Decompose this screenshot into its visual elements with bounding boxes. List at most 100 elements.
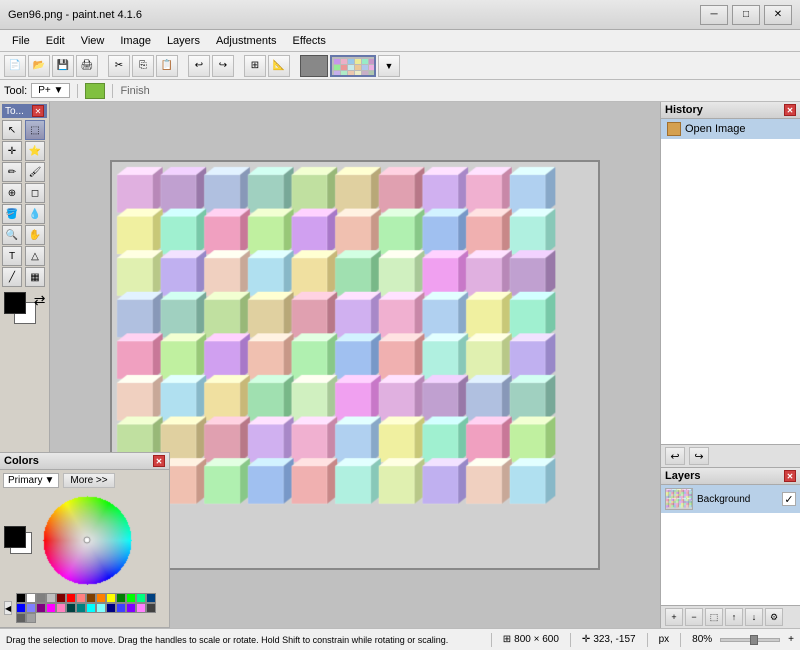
palette-color-6[interactable] xyxy=(76,593,86,603)
copy-button[interactable]: ⎘ xyxy=(132,55,154,77)
redo-button[interactable]: ↪ xyxy=(212,55,234,77)
palette-color-26[interactable] xyxy=(136,603,146,613)
menu-layers[interactable]: Layers xyxy=(159,33,208,49)
image-preview-2[interactable] xyxy=(330,55,376,77)
palette-color-5[interactable] xyxy=(66,593,76,603)
history-item[interactable]: Open Image xyxy=(661,119,800,139)
palette-color-11[interactable] xyxy=(126,593,136,603)
text-tool[interactable]: T xyxy=(2,246,22,266)
layers-content: Background ✓ xyxy=(661,485,800,605)
palette-prev-button[interactable]: ◀ xyxy=(4,601,12,615)
layers-close-button[interactable]: ✕ xyxy=(784,470,796,482)
palette-color-13[interactable] xyxy=(146,593,156,603)
menu-image[interactable]: Image xyxy=(112,33,159,49)
drawing-canvas[interactable] xyxy=(112,162,598,568)
paste-button[interactable]: 📋 xyxy=(156,55,178,77)
lasso-tool[interactable]: ⬚ xyxy=(25,120,45,140)
palette-color-27[interactable] xyxy=(146,603,156,613)
gradient-tool[interactable]: ▦ xyxy=(25,267,45,287)
grid-button[interactable]: ⊞ xyxy=(244,55,266,77)
palette-color-1[interactable] xyxy=(26,593,36,603)
more-btn-label: More >> xyxy=(70,475,107,486)
duplicate-layer-button[interactable]: ⬚ xyxy=(705,608,723,626)
history-close-button[interactable]: ✕ xyxy=(784,104,796,116)
layer-visibility-checkbox[interactable]: ✓ xyxy=(782,492,796,506)
colors-close-button[interactable]: ✕ xyxy=(153,455,165,467)
move-tool[interactable]: ✛ xyxy=(2,141,22,161)
palette-color-15[interactable] xyxy=(26,603,36,613)
clone-tool[interactable]: ⊕ xyxy=(2,183,22,203)
menu-edit[interactable]: Edit xyxy=(38,33,73,49)
palette-color-2[interactable] xyxy=(36,593,46,603)
undo-button[interactable]: ↩ xyxy=(188,55,210,77)
menu-effects[interactable]: Effects xyxy=(285,33,334,49)
more-colors-button[interactable]: More >> xyxy=(63,473,114,488)
foreground-color-swatch[interactable] xyxy=(4,526,26,548)
color-mode-dropdown[interactable]: Primary ▼ xyxy=(3,473,59,488)
foreground-swatch[interactable] xyxy=(4,292,26,314)
ruler-button[interactable]: 📐 xyxy=(268,55,290,77)
palette-color-29[interactable] xyxy=(26,613,36,623)
palette-color-0[interactable] xyxy=(16,593,26,603)
zoom-thumb[interactable] xyxy=(750,635,758,645)
palette-color-21[interactable] xyxy=(86,603,96,613)
palette-color-10[interactable] xyxy=(116,593,126,603)
palette-color-16[interactable] xyxy=(36,603,46,613)
menu-adjustments[interactable]: Adjustments xyxy=(208,33,285,49)
pencil-tool[interactable]: ✏ xyxy=(2,162,22,182)
eraser-tool[interactable]: ◻ xyxy=(25,183,45,203)
print-button[interactable]: 🖨 xyxy=(76,55,98,77)
menu-view[interactable]: View xyxy=(73,33,113,49)
cut-button[interactable]: ✂ xyxy=(108,55,130,77)
palette-color-12[interactable] xyxy=(136,593,146,603)
pan-tool[interactable]: ✋ xyxy=(25,225,45,245)
select-tool[interactable]: ↖ xyxy=(2,120,22,140)
image-preview-1[interactable] xyxy=(300,55,328,77)
zoom-slider[interactable] xyxy=(720,638,780,642)
swap-colors-button[interactable]: ⇄ xyxy=(34,292,46,309)
undo-history-button[interactable]: ↩ xyxy=(665,447,685,465)
palette-color-19[interactable] xyxy=(66,603,76,613)
palette-color-4[interactable] xyxy=(56,593,66,603)
close-button[interactable]: ✕ xyxy=(764,5,792,25)
palette-color-24[interactable] xyxy=(116,603,126,613)
fill-tool[interactable]: 🪣 xyxy=(2,204,22,224)
palette-color-20[interactable] xyxy=(76,603,86,613)
move-layer-down-button[interactable]: ↓ xyxy=(745,608,763,626)
layer-properties-button[interactable]: ⚙ xyxy=(765,608,783,626)
palette-color-8[interactable] xyxy=(96,593,106,603)
shape-tool[interactable]: △ xyxy=(25,246,45,266)
move-layer-up-button[interactable]: ↑ xyxy=(725,608,743,626)
palette-color-3[interactable] xyxy=(46,593,56,603)
toolbox-close[interactable]: ✕ xyxy=(32,105,44,117)
brush-tool[interactable]: 🖌 xyxy=(25,162,45,182)
redo-history-button[interactable]: ↪ xyxy=(689,447,709,465)
open-button[interactable]: 📂 xyxy=(28,55,50,77)
delete-layer-button[interactable]: − xyxy=(685,608,703,626)
menu-file[interactable]: File xyxy=(4,33,38,49)
palette-color-23[interactable] xyxy=(106,603,116,613)
maximize-button[interactable]: □ xyxy=(732,5,760,25)
palette-color-25[interactable] xyxy=(126,603,136,613)
palette-color-17[interactable] xyxy=(46,603,56,613)
save-button[interactable]: 💾 xyxy=(52,55,74,77)
zoom-tool[interactable]: 🔍 xyxy=(2,225,22,245)
layer-item[interactable]: Background ✓ xyxy=(661,485,800,513)
line-tool[interactable]: ╱ xyxy=(2,267,22,287)
add-layer-button[interactable]: + xyxy=(665,608,683,626)
palette-color-9[interactable] xyxy=(106,593,116,603)
magic-wand-tool[interactable]: ⭐ xyxy=(25,141,45,161)
zoom-in-icon[interactable]: + xyxy=(788,634,794,645)
minimize-button[interactable]: ─ xyxy=(700,5,728,25)
palette-color-14[interactable] xyxy=(16,603,26,613)
color-wheel[interactable] xyxy=(42,495,132,585)
palette-color-28[interactable] xyxy=(16,613,26,623)
color-wheel-canvas[interactable] xyxy=(42,495,132,585)
palette-color-7[interactable] xyxy=(86,593,96,603)
tool-selector[interactable]: P+ ▼ xyxy=(31,83,70,98)
palette-color-22[interactable] xyxy=(96,603,106,613)
new-button[interactable]: 📄 xyxy=(4,55,26,77)
color-pick-tool[interactable]: 💧 xyxy=(25,204,45,224)
expand-button[interactable]: ▼ xyxy=(378,55,400,77)
palette-color-18[interactable] xyxy=(56,603,66,613)
